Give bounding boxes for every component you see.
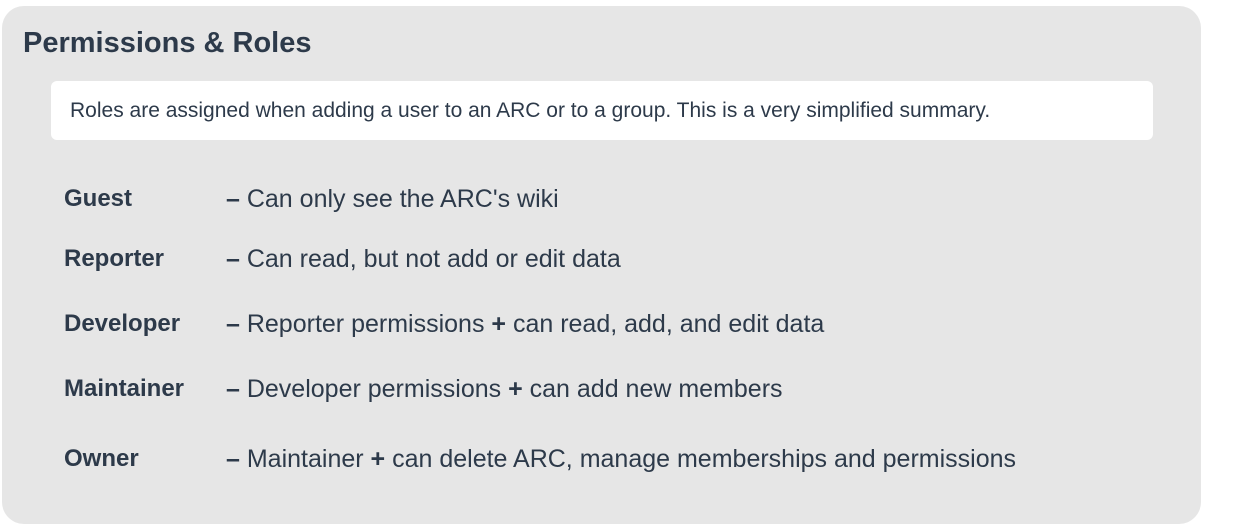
role-description-text: Maintainer xyxy=(239,444,371,473)
panel-title: Permissions & Roles xyxy=(23,27,312,59)
role-description: – Can read, but not add or edit data xyxy=(226,245,621,274)
plus-glyph: + xyxy=(508,374,523,403)
role-row-owner: Owner – Maintainer + can delete ARC, man… xyxy=(64,442,1016,476)
info-note: Roles are assigned when adding a user to… xyxy=(51,81,1153,140)
role-description-text: Can only see the ARC's wiki xyxy=(239,184,559,213)
role-description-text: Can read, but not add or edit data xyxy=(239,244,621,273)
role-description: – Reporter permissions + can read, add, … xyxy=(226,310,824,339)
info-note-text: Roles are assigned when adding a user to… xyxy=(70,98,991,122)
dash-glyph: – xyxy=(226,309,240,338)
role-row-developer: Developer – Reporter permissions + can r… xyxy=(64,307,824,341)
role-description-text: can read, add, and edit data xyxy=(506,309,825,338)
role-description-text: can delete ARC, manage memberships and p… xyxy=(385,444,1017,473)
role-name: Developer xyxy=(64,310,181,337)
role-description-text: Developer permissions xyxy=(239,374,509,403)
role-row-guest: Guest – Can only see the ARC's wiki xyxy=(64,182,559,216)
dash-glyph: – xyxy=(226,244,240,273)
role-description-text: Reporter permissions xyxy=(239,309,492,338)
permissions-roles-panel: Permissions & Roles Roles are assigned w… xyxy=(2,6,1201,524)
role-name: Maintainer xyxy=(64,375,185,402)
role-row-maintainer: Maintainer – Developer permissions + can… xyxy=(64,372,783,406)
plus-glyph: + xyxy=(370,444,386,473)
role-description: – Maintainer + can delete ARC, manage me… xyxy=(226,445,1016,474)
role-description-text: can add new members xyxy=(522,374,783,403)
role-name: Owner xyxy=(64,445,139,472)
role-description: – Can only see the ARC's wiki xyxy=(226,185,559,214)
plus-glyph: + xyxy=(491,309,506,338)
role-description: – Developer permissions + can add new me… xyxy=(226,375,783,404)
dash-glyph: – xyxy=(226,444,240,473)
dash-glyph: – xyxy=(226,184,240,213)
role-row-reporter: Reporter – Can read, but not add or edit… xyxy=(64,242,621,276)
role-name: Reporter xyxy=(64,245,165,272)
role-name: Guest xyxy=(64,185,133,212)
dash-glyph: – xyxy=(226,374,240,403)
